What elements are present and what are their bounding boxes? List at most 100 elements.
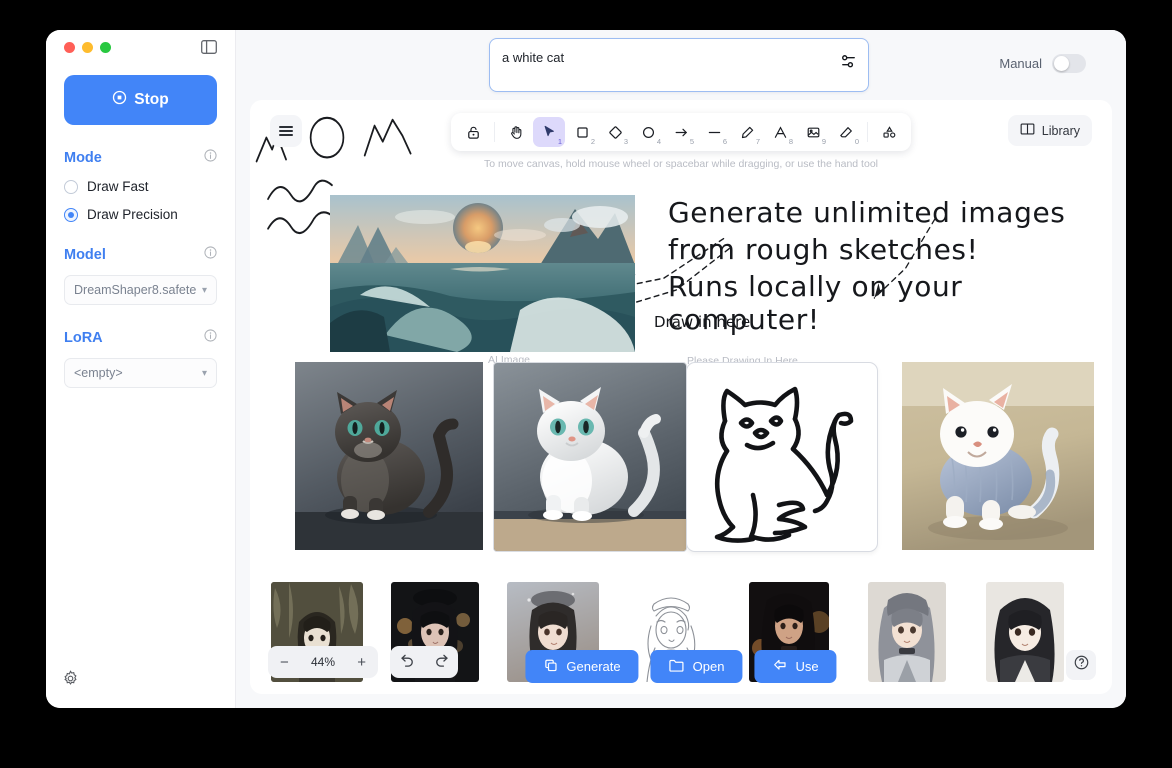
use-label: Use [795,659,818,674]
tool-diamond[interactable]: 3 [599,117,631,147]
app-root: Stop Mode Draw Fast Draw Pre [0,0,1172,768]
help-button[interactable] [1066,650,1096,680]
manual-toggle[interactable] [1052,54,1086,73]
tool-shortcut: 8 [789,137,793,146]
drawing-input-frame[interactable] [686,362,878,552]
tool-shortcut: 7 [756,137,760,146]
close-window-button[interactable] [64,42,75,53]
folder-icon [669,658,685,676]
thumbnail-item[interactable] [848,582,966,686]
action-bar[interactable]: Generate Open Use [525,650,836,683]
tool-shortcut: 1 [558,137,562,146]
tool-image[interactable]: 9 [797,117,829,147]
zoom-level-value: 44% [311,655,335,669]
model-select[interactable]: DreamShaper8.safete ▾ [64,275,217,305]
zoom-in-button[interactable]: + [357,655,366,670]
chevron-down-icon: ▾ [202,285,207,296]
main-area: a white cat Manual [236,30,1126,708]
generated-image-white-cat[interactable] [493,362,687,552]
menu-lines [279,123,293,138]
minimize-window-button[interactable] [82,42,93,53]
draw-in-here-annotation: Draw in here [654,313,750,331]
tool-shortcut: 5 [690,137,694,146]
book-icon [1020,122,1035,139]
generated-image-figurine-cat[interactable] [902,362,1094,550]
use-button[interactable]: Use [754,650,836,683]
model-select-value: DreamShaper8.safete [74,283,196,297]
manual-label: Manual [999,56,1042,71]
lora-select-value: <empty> [74,366,123,380]
sliders-icon[interactable] [840,53,857,75]
tool-text[interactable]: 8 [764,117,796,147]
stop-button[interactable]: Stop [64,75,217,125]
manual-toggle-group[interactable]: Manual [999,54,1086,73]
tool-line[interactable]: 6 [698,117,730,147]
mode-option-label: Draw Fast [87,179,149,194]
tool-shortcut: 2 [591,137,595,146]
canvas-hint-text: To move canvas, hold mouse wheel or spac… [250,158,1112,170]
thumbnail-6[interactable] [868,582,946,682]
radio-draw-precision[interactable] [64,208,78,222]
headline-line-1: Generate unlimited images [668,196,1065,229]
generate-icon [543,658,558,676]
toolbar-divider [867,122,868,142]
tool-arrow[interactable]: 5 [665,117,697,147]
thumbnail-8[interactable] [1104,582,1112,682]
prompt-input[interactable]: a white cat [489,38,869,92]
hamburger-menu-icon[interactable] [270,115,302,147]
library-button[interactable]: Library [1008,115,1092,146]
lora-label: LoRA [64,330,103,346]
radio-draw-fast[interactable] [64,180,78,194]
lora-select[interactable]: <empty> ▾ [64,358,217,388]
panel-toggle-icon[interactable] [201,40,217,54]
gear-icon[interactable] [62,670,79,692]
generate-button[interactable]: Generate [525,650,638,683]
redo-icon[interactable] [433,651,450,673]
model-label: Model [64,247,106,263]
mode-option-draw-fast[interactable]: Draw Fast [64,179,217,194]
tool-pencil[interactable]: 7 [731,117,763,147]
tool-ellipse[interactable]: 4 [632,117,664,147]
section-heading-mode: Mode [64,149,217,166]
app-window: Stop Mode Draw Fast Draw Pre [46,30,1126,708]
toolbar-divider [494,122,495,142]
use-arrow-icon [772,658,787,676]
top-bar: a white cat Manual [236,30,1126,100]
tool-hand[interactable] [500,117,532,147]
zoom-out-button[interactable]: − [280,655,289,670]
mode-label: Mode [64,150,102,166]
sketch-board[interactable]: AI Image Generate unlimited images from … [250,100,1112,694]
info-icon[interactable] [204,246,217,263]
drawing-toolbar[interactable]: 1 2 3 4 5 [451,113,911,151]
title-bar [64,30,217,64]
maximize-window-button[interactable] [100,42,111,53]
tool-selection[interactable]: 1 [533,117,565,147]
tool-rectangle[interactable]: 2 [566,117,598,147]
headline-line-2: from rough sketches! [668,233,978,266]
tool-eraser[interactable]: 0 [830,117,862,147]
tool-lock[interactable] [457,117,489,147]
info-icon[interactable] [204,329,217,346]
chevron-down-icon: ▾ [202,368,207,379]
tool-shortcut: 6 [723,137,727,146]
ai-landscape-image[interactable] [330,195,635,352]
library-label: Library [1042,124,1080,138]
mode-option-draw-precision[interactable]: Draw Precision [64,207,217,222]
generated-image-dark-cat[interactable] [295,362,483,550]
tool-shapes[interactable] [873,117,905,147]
thumbnail-7[interactable] [986,582,1064,682]
generate-label: Generate [566,659,620,674]
undo-icon[interactable] [399,651,416,673]
stop-button-label: Stop [134,91,168,109]
sidebar: Stop Mode Draw Fast Draw Pre [46,30,236,708]
zoom-control[interactable]: − 44% + [268,646,378,678]
traffic-lights [64,42,111,53]
tool-shortcut: 3 [624,137,628,146]
section-heading-model: Model [64,246,217,263]
prompt-value: a white cat [502,50,564,66]
history-control[interactable] [390,646,458,678]
info-icon[interactable] [204,149,217,166]
toggle-knob [1054,56,1069,71]
open-button[interactable]: Open [651,650,743,683]
tool-shortcut: 0 [855,137,859,146]
